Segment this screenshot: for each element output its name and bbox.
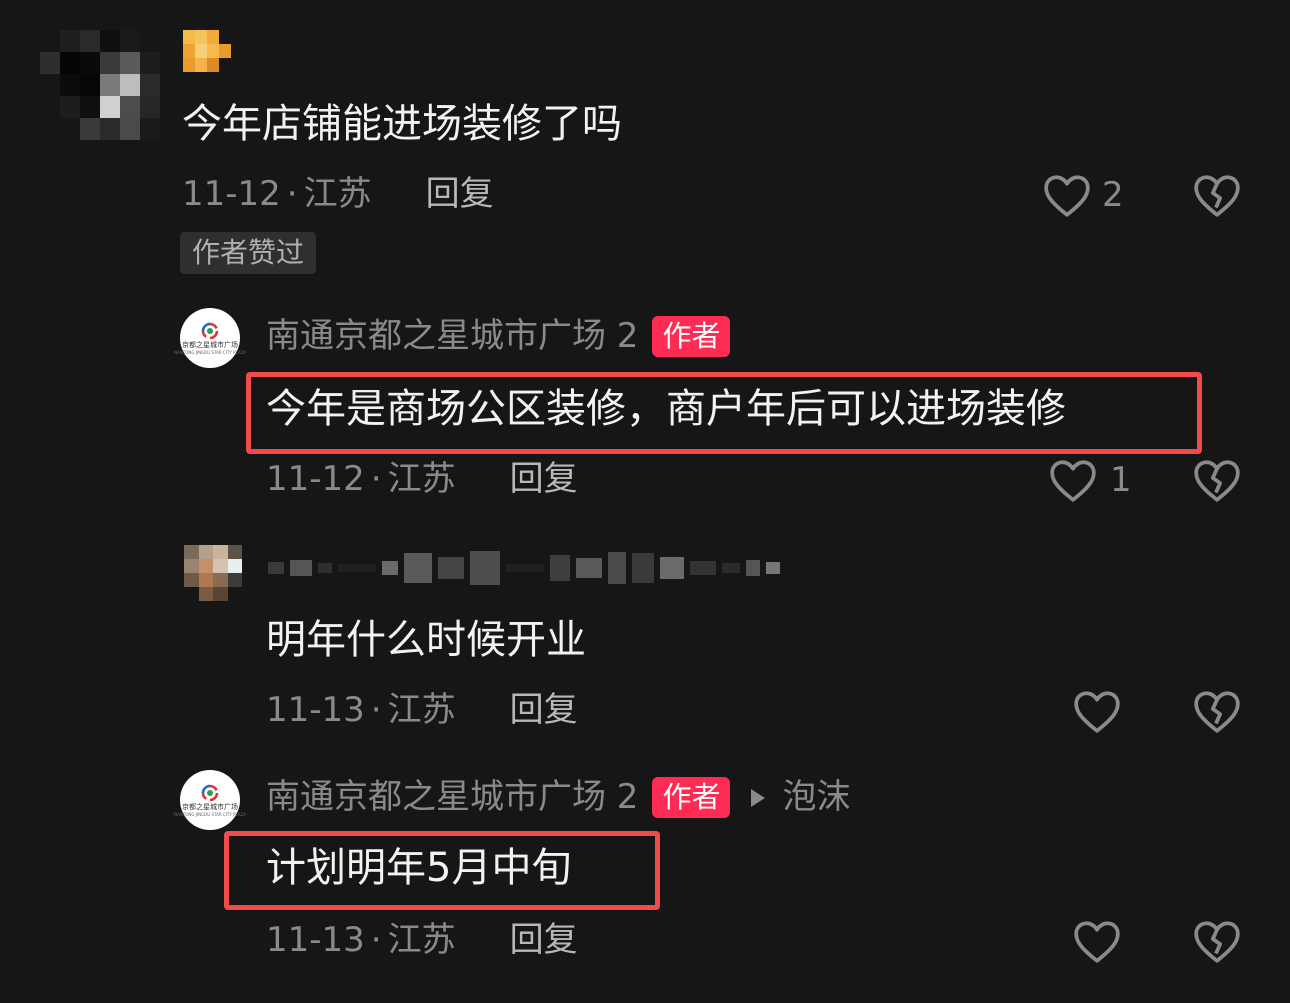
like-button[interactable]: 1 bbox=[1048, 457, 1132, 503]
like-count: 2 bbox=[1102, 175, 1124, 215]
reply-date: 11-13 bbox=[266, 920, 365, 960]
like-count: 1 bbox=[1110, 460, 1132, 500]
triangle-right-icon bbox=[748, 786, 768, 810]
comment-date: 11-12 bbox=[182, 174, 281, 214]
reply-location: 江苏 bbox=[387, 920, 456, 960]
reply-button[interactable]: 回复 bbox=[510, 690, 578, 731]
heart-outline-icon bbox=[1074, 921, 1120, 963]
reply-to-username[interactable]: 泡沫 bbox=[782, 777, 850, 818]
author-liked-tag: 作者赞过 bbox=[180, 232, 317, 274]
logo-name: 京都之星城市广场 bbox=[182, 802, 238, 811]
comment-meta: 11-12 · 江苏 回复 bbox=[182, 174, 494, 215]
reply-button[interactable]: 回复 bbox=[510, 459, 578, 500]
comment-location: 江苏 bbox=[303, 174, 372, 214]
reply-header: 南通京都之星城市广场 2 作者 bbox=[266, 316, 731, 357]
author-avatar[interactable]: 京都之星城市广场 NANTONG JINGDU STAR CITY PLAZA bbox=[174, 770, 246, 830]
broken-heart-icon bbox=[1194, 175, 1240, 217]
reply-text: 今年是商场公区装修，商户年后可以进场装修 bbox=[266, 386, 1066, 432]
reply-date: 11-12 bbox=[266, 459, 365, 499]
dislike-button[interactable] bbox=[1192, 918, 1242, 964]
reply-text: 计划明年5月中旬 bbox=[266, 845, 572, 891]
author-tag: 作者 bbox=[652, 316, 731, 357]
like-button[interactable] bbox=[1072, 918, 1122, 964]
author-name[interactable]: 南通京都之星城市广场 2 bbox=[266, 777, 638, 818]
author-tag: 作者 bbox=[652, 777, 731, 818]
commenter-avatar[interactable] bbox=[40, 30, 160, 140]
reply-meta: 11-13 · 江苏 回复 bbox=[266, 690, 578, 731]
author-name[interactable]: 南通京都之星城市广场 2 bbox=[266, 316, 638, 357]
reply-button[interactable]: 回复 bbox=[426, 174, 494, 215]
reply-button[interactable]: 回复 bbox=[510, 920, 578, 961]
user-badge-icon bbox=[183, 30, 231, 72]
reply-meta: 11-13 · 江苏 回复 bbox=[266, 920, 578, 961]
meta-separator: · bbox=[286, 174, 298, 214]
reply-location: 江苏 bbox=[387, 459, 456, 499]
broken-heart-icon bbox=[1194, 921, 1240, 963]
reply-header: 南通京都之星城市广场 2 作者 泡沫 bbox=[266, 777, 850, 818]
broken-heart-icon bbox=[1194, 691, 1240, 733]
replier-avatar[interactable] bbox=[184, 545, 242, 601]
reply-meta: 11-12 · 江苏 回复 bbox=[266, 459, 578, 500]
meta-separator: · bbox=[370, 459, 382, 499]
logo-subtitle: NANTONG JINGDU STAR CITY PLAZA bbox=[174, 349, 246, 355]
author-avatar[interactable]: 京都之星城市广场 NANTONG JINGDU STAR CITY PLAZA bbox=[174, 308, 246, 368]
like-button[interactable]: 2 bbox=[1042, 172, 1124, 218]
meta-separator: · bbox=[370, 690, 382, 730]
heart-outline-icon bbox=[1042, 172, 1092, 218]
heart-outline-icon bbox=[1074, 691, 1120, 733]
reply-text: 明年什么时候开业 bbox=[266, 617, 586, 663]
brand-logo-icon bbox=[201, 322, 219, 339]
blurred-username[interactable] bbox=[268, 548, 828, 588]
like-button[interactable] bbox=[1072, 688, 1122, 734]
logo-subtitle: NANTONG JINGDU STAR CITY PLAZA bbox=[174, 811, 246, 817]
reply-date: 11-13 bbox=[266, 690, 365, 730]
logo-name: 京都之星城市广场 bbox=[182, 340, 238, 349]
comment-text: 今年店铺能进场装修了吗 bbox=[182, 101, 622, 147]
dislike-button[interactable] bbox=[1192, 688, 1242, 734]
heart-outline-icon bbox=[1048, 457, 1098, 503]
brand-logo-icon bbox=[201, 784, 219, 801]
broken-heart-icon bbox=[1194, 460, 1240, 502]
dislike-button[interactable] bbox=[1192, 457, 1242, 503]
meta-separator: · bbox=[370, 920, 382, 960]
reply-location: 江苏 bbox=[387, 690, 456, 730]
dislike-button[interactable] bbox=[1192, 172, 1242, 218]
